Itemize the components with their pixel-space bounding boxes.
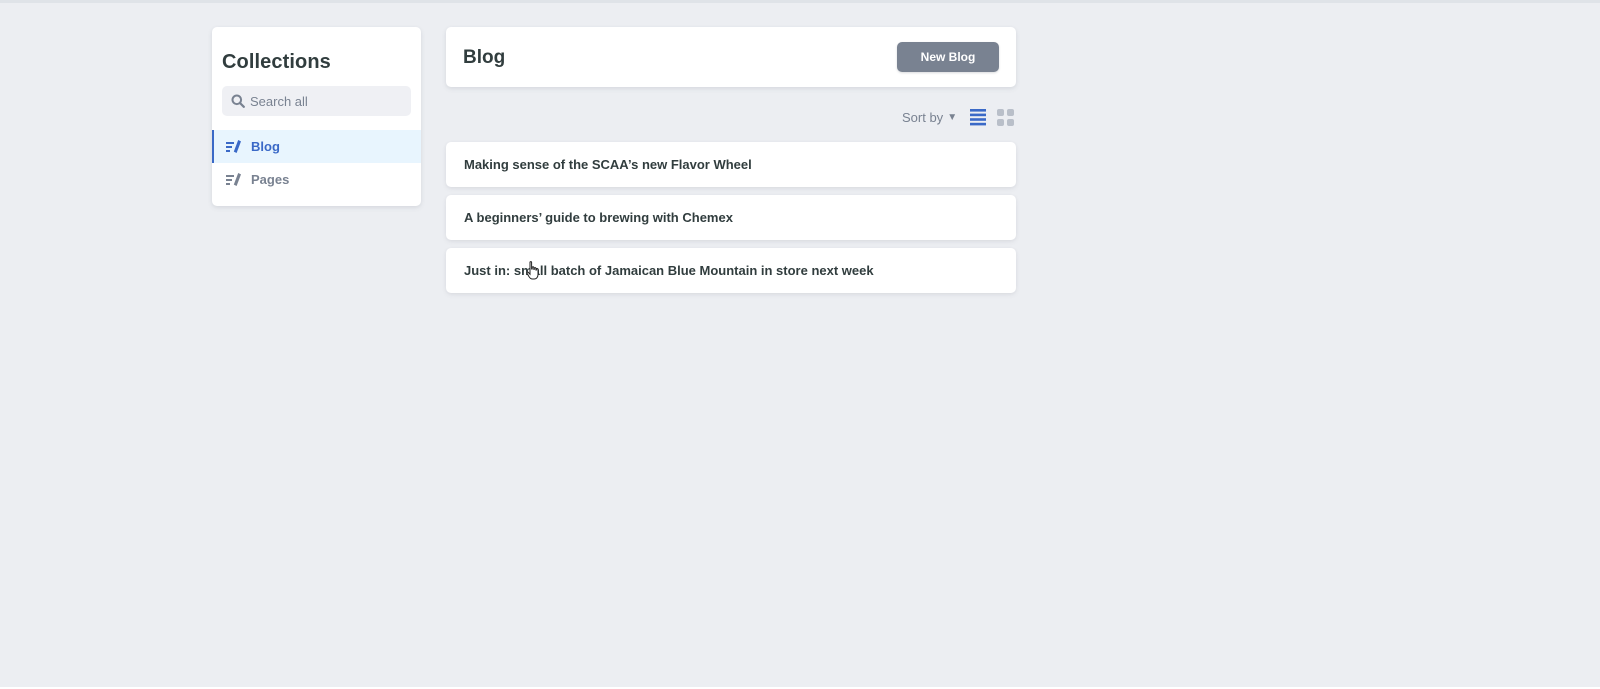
write-icon — [226, 139, 241, 153]
top-border — [0, 0, 1600, 3]
sidebar-item-blog[interactable]: Blog — [212, 130, 421, 163]
hand-cursor-icon — [526, 261, 539, 280]
sidebar-title: Collections — [222, 51, 331, 73]
search-icon — [231, 94, 245, 108]
caret-down-icon: ▼ — [947, 112, 958, 123]
sidebar-item-pages[interactable]: Pages — [212, 163, 421, 196]
collection-header: Blog New Blog — [446, 27, 1016, 87]
sidebar-item-label: Blog — [251, 139, 280, 154]
new-blog-button[interactable]: New Blog — [897, 42, 999, 72]
search-box[interactable] — [222, 86, 411, 116]
write-icon — [226, 172, 241, 186]
collections-sidebar: Collections Blog Pages — [212, 27, 421, 206]
entry-card[interactable]: A beginners’ guide to brewing with Cheme… — [446, 195, 1016, 240]
sort-dropdown[interactable]: Sort by ▼ — [902, 110, 957, 125]
grid-view-icon[interactable] — [997, 109, 1014, 126]
entry-title: Making sense of the SCAA’s new Flavor Wh… — [464, 157, 752, 172]
search-input[interactable] — [250, 93, 400, 109]
entry-title: A beginners’ guide to brewing with Cheme… — [464, 210, 733, 225]
sort-label: Sort by — [902, 110, 944, 125]
sidebar-item-label: Pages — [251, 172, 290, 187]
entry-card[interactable]: Making sense of the SCAA’s new Flavor Wh… — [446, 142, 1016, 187]
list-view-icon[interactable] — [970, 109, 986, 126]
page-title: Blog — [463, 47, 506, 68]
